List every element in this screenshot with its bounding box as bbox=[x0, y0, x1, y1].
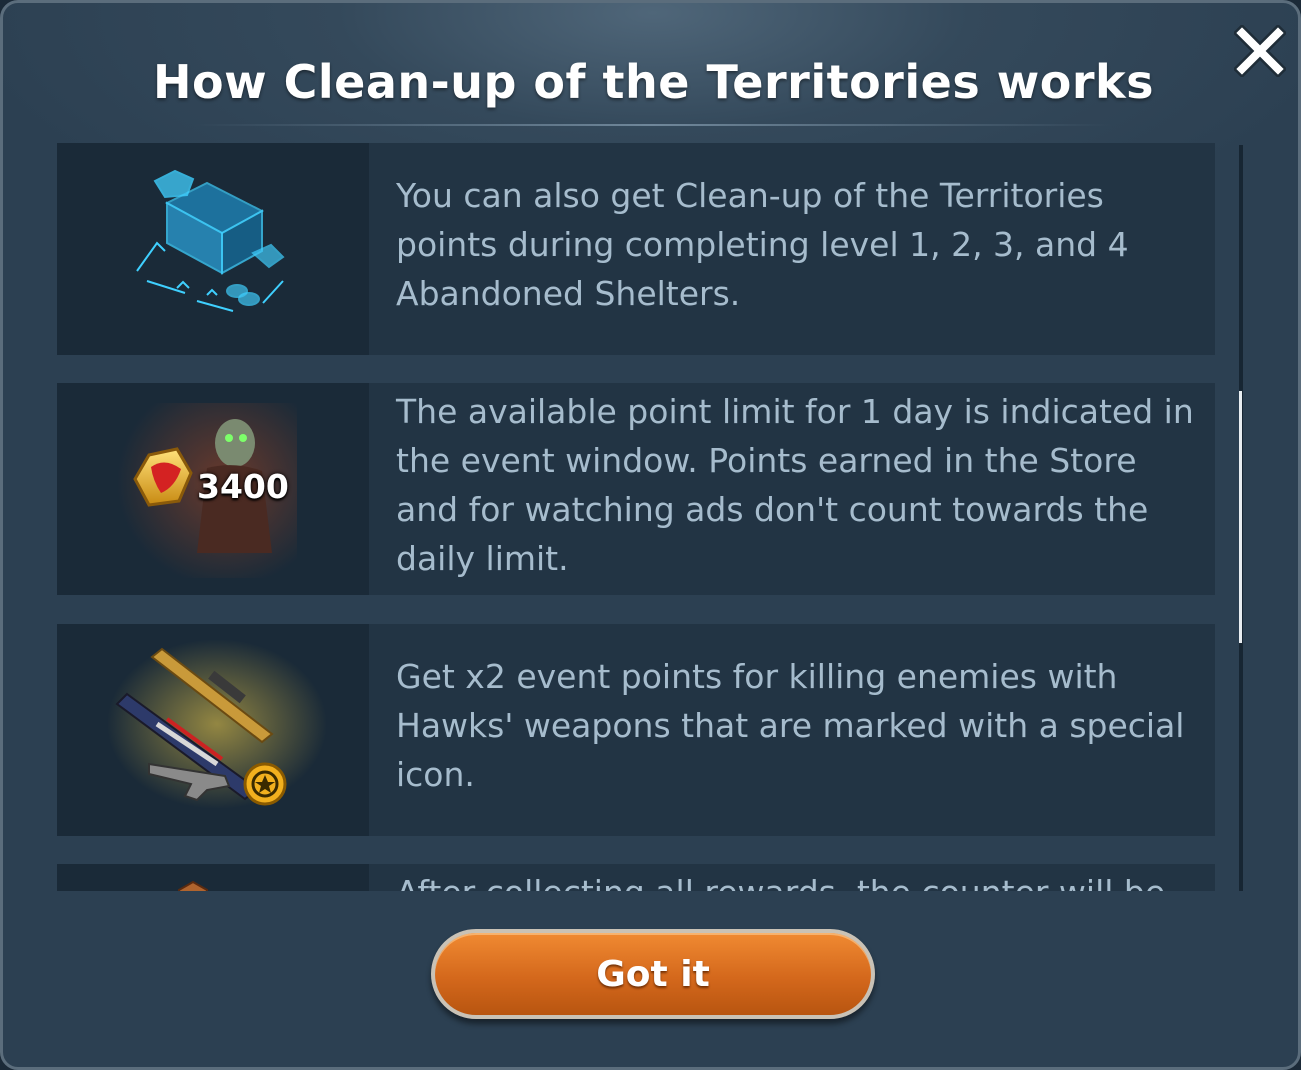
close-button[interactable] bbox=[1229, 21, 1291, 81]
item-icon-cell bbox=[57, 143, 369, 355]
item-text: You can also get Clean-up of the Territo… bbox=[396, 176, 1129, 313]
item-text: The available point limit for 1 day is i… bbox=[396, 392, 1194, 578]
title-divider bbox=[193, 124, 1113, 126]
event-info-dialog: How Clean-up of the Territories works Yo… bbox=[0, 0, 1301, 1070]
points-badge: 3400 bbox=[197, 467, 289, 506]
item-text: Get x2 event points for killing enemies … bbox=[396, 657, 1185, 794]
dialog-title: How Clean-up of the Territories works bbox=[153, 55, 1154, 109]
item-text: After collecting all rewards, the counte… bbox=[396, 868, 1196, 891]
hawks-weapons-icon bbox=[107, 639, 327, 809]
list-item: After collecting all rewards, the counte… bbox=[57, 864, 1215, 891]
info-list[interactable]: You can also get Clean-up of the Territo… bbox=[57, 143, 1217, 891]
item-icon-cell: 3400 bbox=[57, 383, 369, 595]
list-item: You can also get Clean-up of the Territo… bbox=[57, 143, 1215, 355]
item-icon-cell bbox=[57, 864, 369, 891]
got-it-button[interactable]: Got it bbox=[431, 929, 875, 1019]
list-item: Get x2 event points for killing enemies … bbox=[57, 624, 1215, 836]
item-icon-cell bbox=[57, 624, 369, 836]
list-item: 3400 The available point limit for 1 day… bbox=[57, 383, 1215, 595]
close-icon bbox=[1234, 25, 1286, 77]
scrollbar-thumb[interactable] bbox=[1239, 391, 1242, 643]
reward-chest-icon bbox=[178, 880, 208, 891]
shelter-hologram-icon bbox=[136, 169, 285, 312]
